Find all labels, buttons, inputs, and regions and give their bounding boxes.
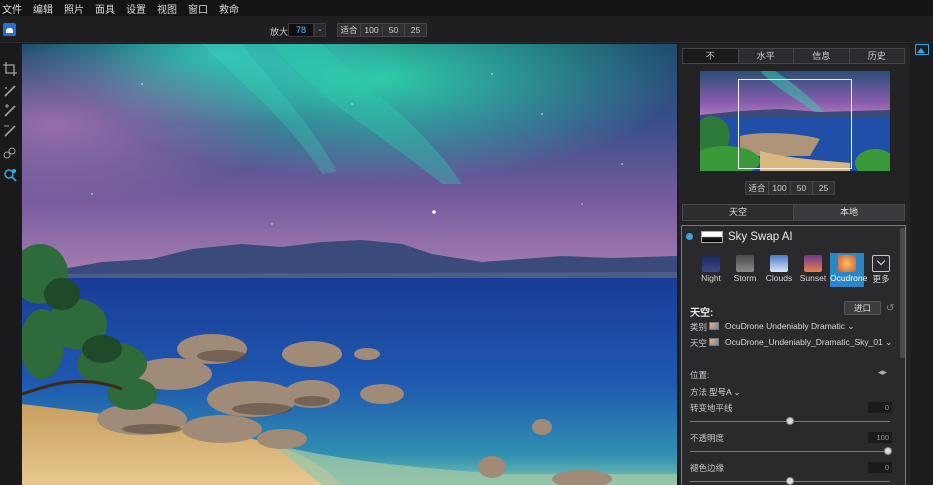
- fade-edge-handle[interactable]: [786, 477, 794, 485]
- zoom-input[interactable]: 78: [288, 23, 314, 37]
- top-toolbar: 放大 78 ⌄ 适合 100 50 25: [0, 16, 933, 43]
- nav-fit-button[interactable]: 适合: [745, 181, 769, 195]
- tab-history[interactable]: 历史: [848, 48, 905, 64]
- zoom-fit-button[interactable]: 适合: [337, 23, 361, 37]
- preset-clouds[interactable]: Clouds: [762, 253, 796, 287]
- reset-sky-icon[interactable]: ↺: [886, 303, 894, 314]
- tab-info[interactable]: 信息: [793, 48, 850, 64]
- clouds-preset-icon: [770, 255, 788, 272]
- zoom-dropdown-chevron-icon[interactable]: ⌄: [314, 23, 326, 37]
- zoom-25-button[interactable]: 25: [404, 23, 427, 37]
- menu-view[interactable]: 视图: [157, 1, 177, 16]
- navigator-preview[interactable]: [700, 71, 890, 171]
- tab-none[interactable]: 不: [682, 48, 739, 64]
- tab-level[interactable]: 水平: [737, 48, 794, 64]
- brush-plus-icon[interactable]: [3, 104, 17, 118]
- category-swatch-icon: [709, 322, 719, 330]
- zoom-icon[interactable]: [3, 168, 17, 182]
- tab-sky[interactable]: 天空: [682, 204, 794, 221]
- module-enable-toggle[interactable]: [686, 233, 693, 240]
- ocudrone-preset-icon: [838, 255, 856, 272]
- brush-minus-icon[interactable]: [3, 124, 17, 138]
- fade-edge-label: 褪色边缘: [690, 463, 725, 473]
- position-label: 位置:: [690, 370, 710, 380]
- landscape-photo: [22, 44, 677, 485]
- far-right-strip: [910, 44, 933, 485]
- menu-edit[interactable]: 编辑: [33, 1, 53, 16]
- sky-local-tabs: 天空 本地: [682, 204, 905, 221]
- tool-strip: [0, 44, 20, 485]
- sky-swatch-icon: [709, 338, 719, 346]
- preset-label: Clouds: [765, 273, 793, 283]
- opacity-label: 不透明度: [690, 433, 725, 443]
- image-browser-icon[interactable]: [915, 44, 929, 55]
- shift-horizon-label: 转变地平线: [690, 403, 733, 413]
- method-dropdown[interactable]: 型号A ⌄: [709, 386, 741, 398]
- preset-label: Storm: [733, 273, 757, 283]
- panel-scrollbar[interactable]: [900, 228, 905, 358]
- app-logo-icon: [3, 23, 16, 36]
- nav-50-button[interactable]: 50: [790, 181, 813, 195]
- brush-icon[interactable]: [3, 84, 17, 98]
- menu-settings[interactable]: 设置: [126, 1, 146, 16]
- zoom-100-button[interactable]: 100: [360, 23, 383, 37]
- menu-mask[interactable]: 面具: [95, 1, 115, 16]
- sky-dropdown[interactable]: OcuDrone_Undeniably_Dramatic_Sky_01 ⌄: [725, 337, 892, 348]
- menu-photo[interactable]: 照片: [64, 1, 84, 16]
- preset-label: Sunset: [799, 273, 827, 283]
- panel-tabs: 不 水平 信息 历史: [682, 48, 905, 64]
- module-title[interactable]: Sky Swap AI: [728, 231, 793, 243]
- tab-local[interactable]: 本地: [793, 204, 905, 221]
- opacity-handle[interactable]: [884, 447, 892, 455]
- night-preset-icon: [702, 255, 720, 272]
- opacity-track[interactable]: [690, 451, 890, 452]
- zoom-preset-group: 适合 100 50 25: [337, 23, 427, 37]
- navigator-zoom-group: 适合 100 50 25: [745, 181, 835, 195]
- menu-file[interactable]: 文件: [2, 1, 22, 16]
- sunset-preset-icon: [804, 255, 822, 272]
- zoom-50-button[interactable]: 50: [382, 23, 405, 37]
- preset-night[interactable]: Night: [694, 253, 728, 287]
- module-thumbnail-icon: [701, 231, 723, 243]
- sky-label: 天空: [690, 338, 708, 348]
- preset-label: 更多: [872, 274, 890, 284]
- photo-canvas[interactable]: [22, 44, 677, 485]
- crop-icon[interactable]: [3, 62, 17, 76]
- menu-help[interactable]: 救命: [219, 1, 239, 16]
- shift-horizon-handle[interactable]: [786, 417, 794, 425]
- position-arrows-icon[interactable]: ◂▸: [878, 367, 887, 378]
- nav-100-button[interactable]: 100: [768, 181, 791, 195]
- preset-sunset[interactable]: Sunset: [796, 253, 830, 287]
- right-panel: 不 水平 信息 历史 适合 100 50 25 天空 本地 Sky Swap A…: [679, 44, 910, 485]
- opacity-value[interactable]: 100: [868, 432, 892, 443]
- category-label: 类别: [690, 322, 708, 332]
- preset-ocudrone[interactable]: Ocudrone: [830, 253, 868, 287]
- sky-presets: Night Storm Clouds Sunset Ocudrone 更多: [694, 253, 904, 287]
- method-label: 方法: [690, 387, 708, 397]
- mask-icon[interactable]: [3, 146, 17, 160]
- import-button[interactable]: 进口: [844, 301, 881, 315]
- sky-swap-module: Sky Swap AI Night Storm Clouds Sunset Oc…: [681, 225, 906, 485]
- preset-storm[interactable]: Storm: [728, 253, 762, 287]
- preset-more[interactable]: 更多: [864, 253, 898, 287]
- preset-label: Night: [701, 273, 721, 283]
- storm-preset-icon: [736, 255, 754, 272]
- fade-edge-value[interactable]: 0: [868, 462, 892, 473]
- sky-section-title: 天空:: [690, 308, 714, 319]
- nav-25-button[interactable]: 25: [812, 181, 835, 195]
- preset-label: Ocudrone: [830, 273, 868, 283]
- shift-horizon-value[interactable]: 0: [868, 402, 892, 413]
- category-dropdown[interactable]: OcuDrone Undeniably Dramatic ⌄: [725, 321, 854, 332]
- menu-window[interactable]: 窗口: [188, 1, 208, 16]
- menu-bar: 文件 编辑 照片 面具 设置 视图 窗口 救命: [0, 0, 933, 16]
- preview-viewport-rect[interactable]: [738, 79, 852, 169]
- chevron-down-icon: [872, 255, 890, 272]
- zoom-label: 放大: [270, 27, 289, 37]
